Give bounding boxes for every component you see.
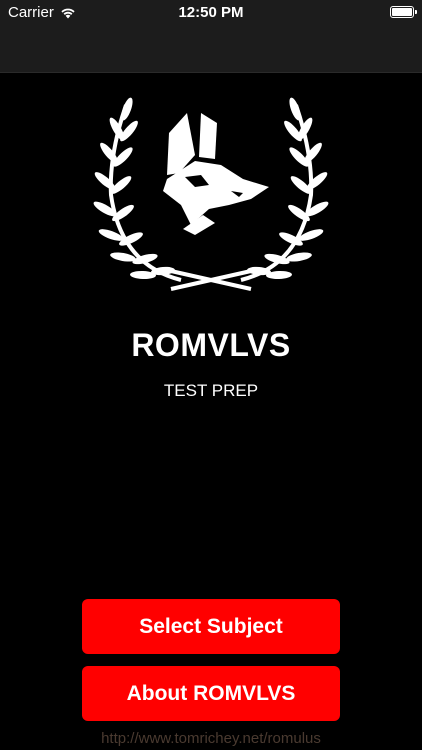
status-bar: Carrier 12:50 PM [0,0,422,26]
about-button[interactable]: About ROMVLVS [82,666,340,721]
app-title: ROMVLVS [131,327,291,363]
select-subject-button[interactable]: Select Subject [82,599,340,654]
wolf-laurel-logo [93,97,329,291]
battery-nub [415,10,417,14]
battery-fill [392,8,412,16]
app-subtitle: TEST PREP [163,381,259,400]
app-screen: Carrier 12:50 PM ROMVLVS TEST PREP Selec… [0,0,422,750]
navigation-bar [0,26,422,73]
battery-icon [390,6,417,18]
website-link[interactable]: http://www.tomrichey.net/romulus [0,730,422,747]
status-time: 12:50 PM [178,4,244,21]
